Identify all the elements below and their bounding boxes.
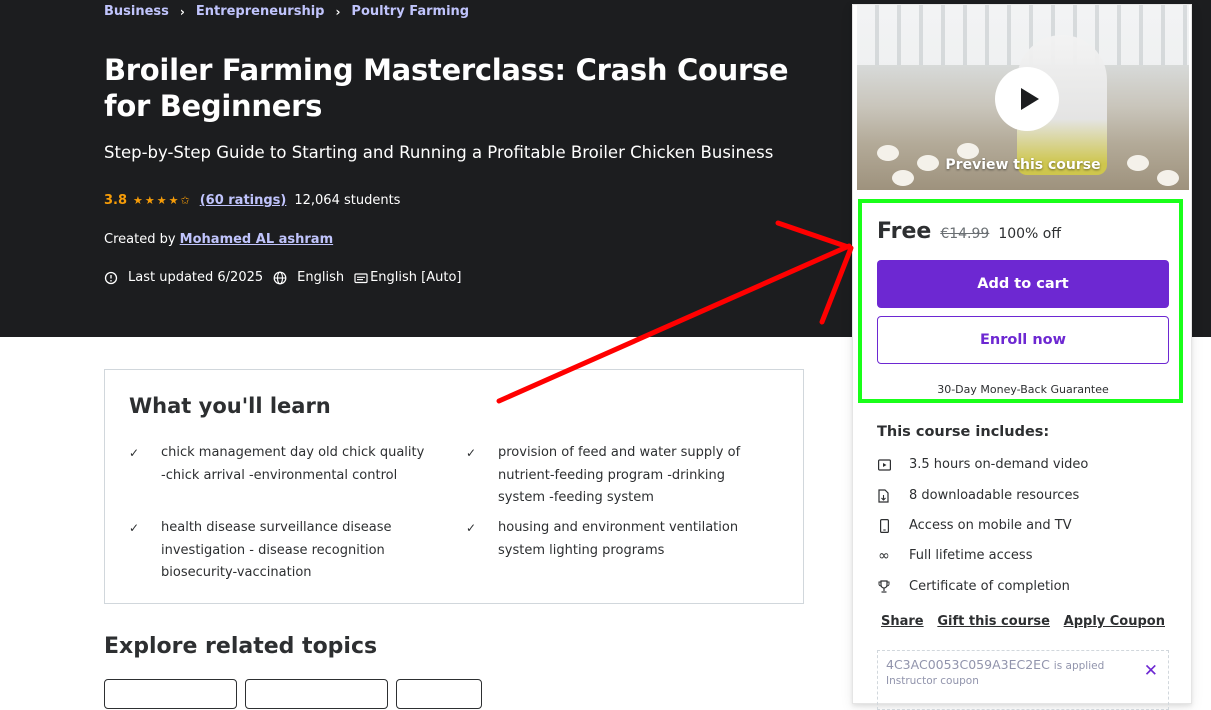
play-button[interactable] bbox=[995, 67, 1059, 131]
learn-item-text: health disease surveillance disease inve… bbox=[161, 520, 392, 580]
learn-item: ✓ housing and environment ventilation sy… bbox=[466, 517, 766, 562]
breadcrumb: Business › Entrepreneurship › Poultry Fa… bbox=[104, 4, 469, 19]
play-icon bbox=[1020, 88, 1039, 110]
price-row: Free €14.99 100% off bbox=[877, 219, 1061, 244]
close-icon[interactable]: ✕ bbox=[1144, 661, 1158, 681]
course-preview[interactable]: Preview this course bbox=[857, 5, 1189, 190]
learn-item-text: housing and environment ventilation syst… bbox=[498, 520, 739, 558]
rating-row: 3.8 ★★★★✩ (60 ratings) 12,064 students bbox=[104, 193, 400, 208]
include-text: Access on mobile and TV bbox=[909, 518, 1072, 533]
check-icon: ✓ bbox=[129, 521, 140, 535]
applied-coupon: 4C3AC0053C059A3EC2EC is applied Instruct… bbox=[877, 650, 1169, 710]
include-text: 8 downloadable resources bbox=[909, 488, 1080, 503]
captions: English [Auto] bbox=[354, 270, 462, 285]
check-icon: ✓ bbox=[466, 446, 477, 460]
what-you-learn-title: What you'll learn bbox=[129, 394, 331, 418]
breadcrumb-business[interactable]: Business bbox=[104, 4, 169, 19]
chevron-right-icon: › bbox=[179, 4, 185, 19]
discount-percent: 100% off bbox=[998, 226, 1061, 242]
check-icon: ✓ bbox=[129, 446, 140, 460]
include-item: 8 downloadable resources bbox=[877, 488, 1079, 503]
learn-item-text: provision of feed and water supply of nu… bbox=[498, 445, 741, 505]
coupon-code: 4C3AC0053C059A3EC2EC bbox=[886, 657, 1050, 672]
include-text: Certificate of completion bbox=[909, 579, 1070, 594]
include-item: Certificate of completion bbox=[877, 579, 1070, 594]
video-icon bbox=[877, 458, 891, 472]
created-by: Created by Mohamed AL ashram bbox=[104, 232, 333, 247]
breadcrumb-entrepreneurship[interactable]: Entrepreneurship bbox=[196, 4, 325, 19]
topic-pill[interactable] bbox=[104, 679, 237, 709]
purchase-sidebar: Preview this course Free €14.99 100% off… bbox=[852, 4, 1192, 710]
include-item: Access on mobile and TV bbox=[877, 518, 1072, 533]
language-text: English bbox=[297, 270, 345, 285]
rating-value: 3.8 bbox=[104, 193, 128, 208]
download-file-icon bbox=[877, 488, 891, 503]
apply-coupon-link[interactable]: Apply Coupon bbox=[1064, 614, 1165, 629]
current-price: Free bbox=[877, 219, 932, 244]
add-to-cart-button[interactable]: Add to cart bbox=[877, 260, 1169, 308]
chevron-right-icon: › bbox=[335, 4, 341, 19]
topic-pill[interactable] bbox=[245, 679, 388, 709]
preview-label: Preview this course bbox=[945, 157, 1101, 173]
students-count: 12,064 students bbox=[294, 193, 401, 208]
last-updated: Last updated 6/2025 bbox=[104, 270, 263, 285]
explore-related-topics-title: Explore related topics bbox=[104, 634, 378, 659]
breadcrumb-poultry-farming[interactable]: Poultry Farming bbox=[351, 4, 469, 19]
trophy-icon bbox=[877, 580, 891, 594]
learn-item: ✓ provision of feed and water supply of … bbox=[466, 442, 766, 510]
star-rating-icon: ★★★★✩ bbox=[133, 194, 192, 207]
language: English bbox=[273, 270, 344, 285]
course-subtitle: Step-by-Step Guide to Starting and Runni… bbox=[104, 143, 774, 162]
check-icon: ✓ bbox=[466, 521, 477, 535]
sidebar-links: Share Gift this course Apply Coupon bbox=[881, 614, 1165, 629]
alert-clock-icon bbox=[104, 271, 118, 284]
gift-course-link[interactable]: Gift this course bbox=[937, 614, 1050, 629]
globe-icon bbox=[273, 271, 287, 284]
last-updated-text: Last updated 6/2025 bbox=[128, 270, 264, 285]
learn-item: ✓ health disease surveillance disease in… bbox=[129, 517, 429, 585]
infinity-icon: ∞ bbox=[878, 547, 890, 564]
include-item: ∞ Full lifetime access bbox=[877, 547, 1033, 564]
instructor-link[interactable]: Mohamed AL ashram bbox=[180, 232, 333, 247]
coupon-applied-text: is applied bbox=[1053, 660, 1105, 672]
mobile-icon bbox=[877, 518, 891, 533]
course-title: Broiler Farming Masterclass: Crash Cours… bbox=[104, 53, 789, 123]
topic-pill[interactable] bbox=[396, 679, 482, 709]
include-item: 3.5 hours on-demand video bbox=[877, 457, 1088, 472]
include-text: Full lifetime access bbox=[909, 548, 1033, 563]
include-text: 3.5 hours on-demand video bbox=[909, 457, 1089, 472]
money-back-guarantee: 30-Day Money-Back Guarantee bbox=[937, 383, 1109, 396]
captions-icon bbox=[354, 272, 368, 283]
what-you-learn-box: What you'll learn ✓ chick management day… bbox=[104, 369, 804, 604]
coupon-type: Instructor coupon bbox=[886, 675, 979, 687]
captions-text: English [Auto] bbox=[370, 270, 462, 285]
course-meta: Last updated 6/2025 English English [Aut… bbox=[104, 270, 472, 285]
created-by-label: Created by bbox=[104, 232, 176, 247]
original-price: €14.99 bbox=[940, 226, 990, 242]
share-link[interactable]: Share bbox=[881, 614, 924, 629]
includes-title: This course includes: bbox=[877, 424, 1050, 440]
learn-item: ✓ chick management day old chick quality… bbox=[129, 442, 429, 487]
ratings-count-link[interactable]: (60 ratings) bbox=[200, 193, 287, 208]
enroll-now-button[interactable]: Enroll now bbox=[877, 316, 1169, 364]
learn-item-text: chick management day old chick quality -… bbox=[161, 445, 425, 483]
